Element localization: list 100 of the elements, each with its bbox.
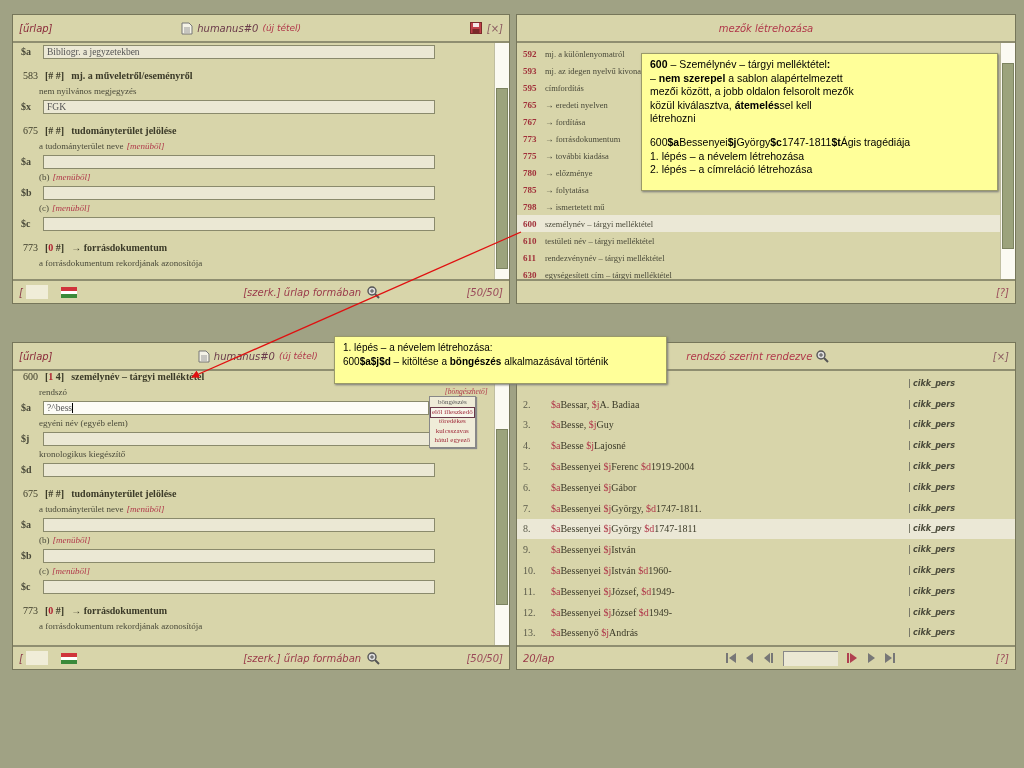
callout-text: 600$aBessenyei$jGyörgy$c1747-1811$tÁgis tragédiája xyxy=(650,135,912,150)
field-tag: 583 xyxy=(23,70,38,81)
result-row[interactable]: 12. $aBessenyei $jJózsef $d1949- cikk_pers xyxy=(517,601,1015,623)
record-type: cikk_pers xyxy=(909,607,955,617)
zoom-icon[interactable] xyxy=(367,285,381,299)
input-field[interactable] xyxy=(43,548,435,563)
subfield-caption: rendszó xyxy=(39,387,67,397)
menu-hint[interactable]: [menüből] xyxy=(126,504,165,514)
field-list-item[interactable]: 611 rendezvénynév – tárgyi melléktétel xyxy=(517,249,1000,266)
callout-text: közül kiválasztva, átemeléssel kell xyxy=(650,98,813,113)
menu-hint[interactable]: [menüből] xyxy=(52,203,90,213)
zoom-icon[interactable] xyxy=(367,651,381,665)
last-page-icon[interactable] xyxy=(883,652,896,664)
row-number: 4. xyxy=(522,440,532,452)
input-field[interactable] xyxy=(43,517,435,532)
heading-text: $aBessenyei $jJózsef $d1949- xyxy=(551,606,674,618)
indicator-flags: [# #] xyxy=(45,125,65,136)
field-list-item[interactable]: 610 testületi név – tárgyi melléktétel xyxy=(517,232,1000,249)
document-icon xyxy=(181,21,194,35)
help-link[interactable]: [?] xyxy=(995,286,1009,298)
page-field[interactable] xyxy=(782,650,838,666)
help-link[interactable]: [?] xyxy=(995,652,1009,664)
subfield-code: $c xyxy=(20,581,32,592)
input-field[interactable] xyxy=(43,216,435,231)
result-row[interactable]: 10. $aBessenyei $jIstván $d1960- cikk_pers xyxy=(517,560,1015,581)
field-tag: 773 xyxy=(23,242,38,253)
result-row[interactable]: cikk_pers xyxy=(517,373,1015,394)
row-number: 12. xyxy=(522,606,537,618)
flag-icon[interactable] xyxy=(60,286,77,298)
form-label[interactable]: [űrlap] xyxy=(19,22,53,34)
menu-hint[interactable]: [menüből] xyxy=(52,172,91,182)
view-mode-link[interactable]: [szerk.] űrlap formában xyxy=(243,652,362,664)
callout-text: mezői között, a jobb oldalon felsorolt mezők xyxy=(650,85,855,99)
save-icon[interactable] xyxy=(469,22,482,34)
row-number: 3. xyxy=(522,419,532,431)
close-button[interactable]: [×] xyxy=(486,22,503,34)
subfield-code: $b xyxy=(20,187,33,198)
indicator-flags: [# #] xyxy=(45,70,65,81)
next-icon[interactable] xyxy=(865,652,876,664)
field-tag: 773 xyxy=(23,605,38,616)
input-field[interactable]: ?^bess xyxy=(43,400,429,415)
form-label[interactable]: [űrlap] xyxy=(19,350,53,362)
result-row[interactable]: 5. $aBessenyei $jFerenc $d1919-2004 cikk_pers xyxy=(517,456,1015,477)
field-title: személynév – tárgyi melléktétel xyxy=(71,371,205,382)
heading-text: $aBessenyei $jGyörgy $d1747-1811 xyxy=(551,523,699,535)
row-number: 9. xyxy=(522,544,532,556)
result-row[interactable]: 6. $aBessenyei $jGábor cikk_pers xyxy=(517,477,1015,498)
field-list-item[interactable]: 798 → ismertetett mű xyxy=(517,198,1000,215)
heading-text: $aBessenyei $jJózsef, $d1949- xyxy=(551,585,676,597)
callout-text: 600 – Személynév – tárgyi melléktétel: xyxy=(650,58,832,72)
field-list-item[interactable]: 600 személynév – tárgyi melléktétel xyxy=(517,215,1000,232)
record-type: cikk_pers xyxy=(909,378,955,388)
subfield-code: $a xyxy=(20,156,32,167)
rewind-icon[interactable] xyxy=(762,652,775,664)
previous-icon[interactable] xyxy=(744,652,755,664)
input-field[interactable] xyxy=(43,185,435,200)
input-field[interactable] xyxy=(43,579,435,594)
zoom-icon[interactable] xyxy=(816,349,830,363)
view-mode-link[interactable]: [szerk.] űrlap formában xyxy=(243,286,362,298)
language-field[interactable] xyxy=(25,285,48,299)
first-page-icon[interactable] xyxy=(724,652,737,664)
result-row[interactable]: 3. $aBesse, $jGuy cikk_pers xyxy=(517,414,1015,436)
result-row[interactable]: 4. $aBesse $jLajosné cikk_pers xyxy=(517,435,1015,457)
result-row[interactable]: 8. $aBessenyei $jGyörgy $d1747-1811 cikk_pers xyxy=(517,518,1015,540)
field-title: tudományterület jelölése xyxy=(71,488,177,499)
input-field[interactable]: Bibliogr. a jegyzetekben xyxy=(43,44,435,59)
field-title: → forrásdokumentum xyxy=(71,605,168,616)
bracket-text: [ xyxy=(19,286,23,298)
language-field[interactable] xyxy=(25,651,48,665)
result-row[interactable]: 2. $aBessar, $jA. Badiaa cikk_pers xyxy=(517,393,1015,415)
subfield-code: $a xyxy=(20,519,32,530)
input-field[interactable] xyxy=(43,462,435,477)
flag-icon[interactable] xyxy=(60,652,77,664)
field-list-item[interactable]: 630 egységesített cím – tárgyi melléktétel xyxy=(517,266,1000,283)
menu-hint[interactable]: [menüből] xyxy=(126,141,165,151)
menu-hint[interactable]: [menüből] xyxy=(52,535,91,545)
row-number: 11. xyxy=(522,585,537,597)
subfield-caption: a tudományterület neve xyxy=(39,141,124,151)
result-row[interactable]: 11. $aBessenyei $jJózsef, $d1949- cikk_pers xyxy=(517,580,1015,602)
close-button[interactable]: [×] xyxy=(992,350,1009,362)
result-row[interactable]: 7. $aBessenyei $jGyörgy, $d1747-1811. cikk_pers xyxy=(517,497,1015,519)
field-tag: 675 xyxy=(23,488,38,499)
result-row[interactable]: 9. $aBessenyei $jIstván cikk_pers xyxy=(517,539,1015,561)
input-field[interactable]: FGK xyxy=(43,99,435,114)
scrollbar[interactable] xyxy=(494,43,509,279)
menu-hint[interactable]: [menüből] xyxy=(52,566,90,576)
heading-text: $aBesse $jLajosné xyxy=(551,440,627,452)
heading-text: $aBesse, $jGuy xyxy=(551,419,615,431)
result-row[interactable]: 13. $aBessenyő $jAndrás cikk_pers xyxy=(517,622,1015,644)
heading-text: $aBessenyő $jAndrás xyxy=(551,627,639,639)
row-number: 5. xyxy=(522,461,532,473)
page-size-link[interactable]: 20/lap xyxy=(523,652,555,664)
scrollbar[interactable] xyxy=(1000,43,1015,279)
record-type: cikk_pers xyxy=(909,566,955,576)
heading-text: $aBessenyei $jGyörgy, $d1747-1811. xyxy=(551,502,703,514)
callout-text: 2. lépés – a címreláció létrehozása xyxy=(650,163,814,177)
input-field[interactable] xyxy=(43,154,435,169)
subfield-code: $d xyxy=(20,464,33,475)
forward-icon[interactable] xyxy=(845,652,858,664)
subfield-caption: a tudományterület neve xyxy=(39,504,124,514)
